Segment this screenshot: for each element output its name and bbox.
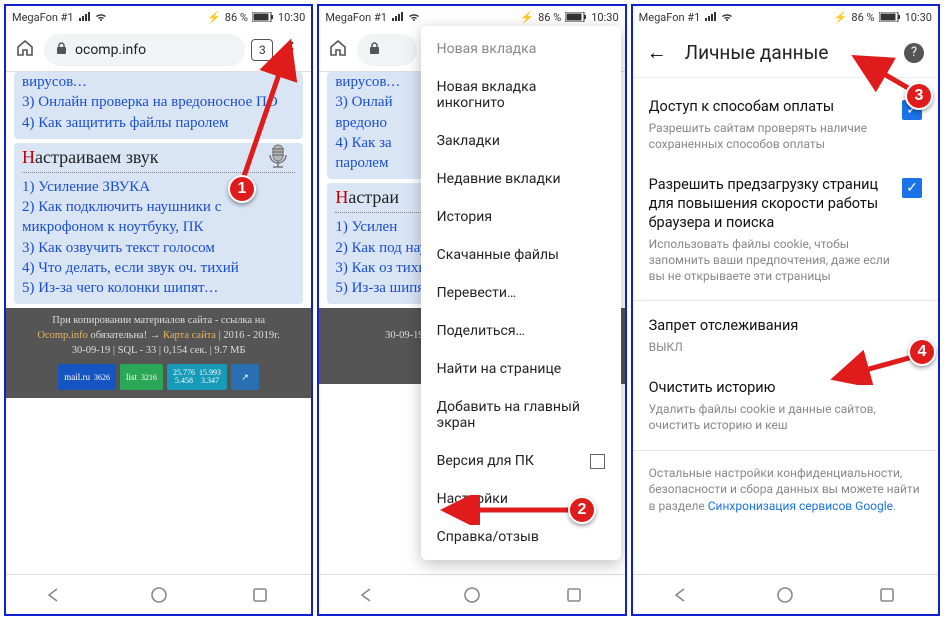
navigation-bar — [319, 574, 624, 614]
pref-subtitle: Удалить файлы cookie и данные сайтов, оч… — [649, 401, 922, 433]
menu-add-home[interactable]: Добавить на главный экран — [421, 388, 621, 442]
wifi-icon — [407, 12, 421, 22]
status-bar: MegaFon #1 ⚡ 86 % 10:30 — [6, 6, 311, 28]
menu-history[interactable]: История — [421, 198, 621, 236]
carrier-label: MegaFon #1 — [12, 11, 74, 24]
navigation-bar — [633, 574, 938, 614]
counters-row: mail.ru3626 list3216 25.7765.45815.9933.… — [12, 364, 305, 390]
menu-bookmarks[interactable]: Закладки — [421, 122, 621, 160]
link-sound-2[interactable]: 2) Как подключить наушники с микрофоном … — [22, 197, 295, 238]
counter-mail[interactable]: mail.ru3626 — [58, 364, 116, 390]
home-button[interactable] — [325, 38, 351, 62]
battery-label: 86 % — [851, 11, 874, 24]
signal-icon — [704, 12, 716, 22]
signal-icon — [391, 12, 403, 22]
nav-recent[interactable] — [563, 584, 585, 606]
checkbox-icon — [590, 454, 605, 469]
wifi-icon — [94, 12, 108, 22]
lock-icon — [369, 42, 380, 58]
time-label: 10:30 — [278, 11, 305, 24]
divider — [633, 300, 938, 301]
marker-3: 3 — [905, 82, 933, 110]
nav-home[interactable] — [774, 584, 796, 606]
pref-subtitle: Использовать файлы cookie, чтобы запомни… — [649, 236, 890, 285]
pref-title: Доступ к способам оплаты — [649, 98, 890, 117]
carrier-label: MegaFon #1 — [639, 11, 701, 24]
carrier-label: MegaFon #1 — [325, 11, 387, 24]
menu-incognito[interactable]: Новая вкладка инкогнито — [421, 68, 621, 122]
signal-icon — [78, 12, 90, 22]
menu-downloads[interactable]: Скачанные файлы — [421, 236, 621, 274]
settings-footnote: Остальные настройки конфиденциальности, … — [649, 455, 922, 515]
navigation-bar — [6, 574, 311, 614]
link-sound-3[interactable]: 3) Как озвучить текст голосом — [22, 238, 295, 258]
nav-home[interactable] — [461, 584, 483, 606]
link-sound-4[interactable]: 4) Что делать, если звук оч. тихий — [22, 258, 295, 278]
menu-recent-tabs[interactable]: Недавние вкладки — [421, 160, 621, 198]
menu-desktop[interactable]: Версия для ПК — [421, 442, 621, 480]
marker-1: 1 — [228, 175, 256, 203]
counter-visits[interactable]: 25.7765.45815.9933.347 — [167, 364, 227, 390]
sync-link[interactable]: Синхронизация сервисов Google — [708, 499, 893, 513]
pref-title: Разрешить предзагрузку страниц для повыш… — [649, 176, 890, 233]
lock-icon — [56, 42, 67, 58]
pref-preload[interactable]: Разрешить предзагрузку страниц для повыш… — [649, 164, 922, 296]
battery-icon — [565, 12, 587, 22]
nav-back[interactable] — [46, 584, 68, 606]
marker-2: 2 — [568, 496, 596, 524]
bolt-icon: ⚡ — [520, 11, 534, 24]
url-field[interactable] — [357, 34, 417, 66]
home-button[interactable] — [12, 38, 38, 62]
counter-list[interactable]: list3216 — [120, 364, 163, 390]
counter-arrow[interactable]: ↗ — [231, 364, 259, 390]
marker-4: 4 — [908, 338, 936, 366]
battery-icon — [252, 12, 274, 22]
nav-recent[interactable] — [876, 584, 898, 606]
pref-title: Запрет отслеживания — [649, 317, 922, 336]
nav-back[interactable] — [359, 584, 381, 606]
footer-link-map[interactable]: Карта сайта — [163, 330, 216, 341]
menu-share[interactable]: Поделиться… — [421, 312, 621, 350]
link-sound-5[interactable]: 5) Из-за чего колонки шипят... — [22, 278, 295, 298]
back-button[interactable]: ← — [647, 40, 667, 65]
arrow-2 — [440, 495, 580, 525]
battery-label: 86 % — [538, 11, 561, 24]
footer-link-site[interactable]: Ocomp.info — [37, 330, 87, 341]
bolt-icon: ⚡ — [834, 11, 848, 24]
battery-label: 86 % — [225, 11, 248, 24]
nav-back[interactable] — [673, 584, 695, 606]
menu-find[interactable]: Найти на странице — [421, 350, 621, 388]
page-footer: При копировании материалов сайта - ссылк… — [6, 308, 311, 398]
nav-home[interactable] — [148, 584, 170, 606]
divider — [633, 450, 938, 451]
menu-new-tab[interactable]: Новая вкладка — [421, 30, 621, 68]
time-label: 10:30 — [905, 11, 932, 24]
url-field[interactable]: ocomp.info — [44, 34, 245, 66]
status-bar: MegaFon #1 ⚡ 86 % 10:30 — [633, 6, 938, 28]
menu-translate[interactable]: Перевести… — [421, 274, 621, 312]
checkbox-checked-icon[interactable]: ✓ — [902, 178, 922, 198]
nav-recent[interactable] — [249, 584, 271, 606]
wifi-icon — [720, 12, 734, 22]
overflow-menu: Новая вкладка Новая вкладка инкогнито За… — [421, 26, 621, 560]
time-label: 10:30 — [591, 11, 618, 24]
battery-icon — [879, 12, 901, 22]
bolt-icon: ⚡ — [207, 11, 221, 24]
pref-subtitle: Разрешить сайтам проверять наличие сохра… — [649, 120, 890, 152]
arrow-1 — [230, 38, 300, 198]
settings-body: Доступ к способам оплаты Разрешить сайта… — [633, 78, 938, 523]
url-text: ocomp.info — [75, 42, 146, 58]
status-bar: MegaFon #1 ⚡ 86 % 10:30 — [319, 6, 624, 28]
